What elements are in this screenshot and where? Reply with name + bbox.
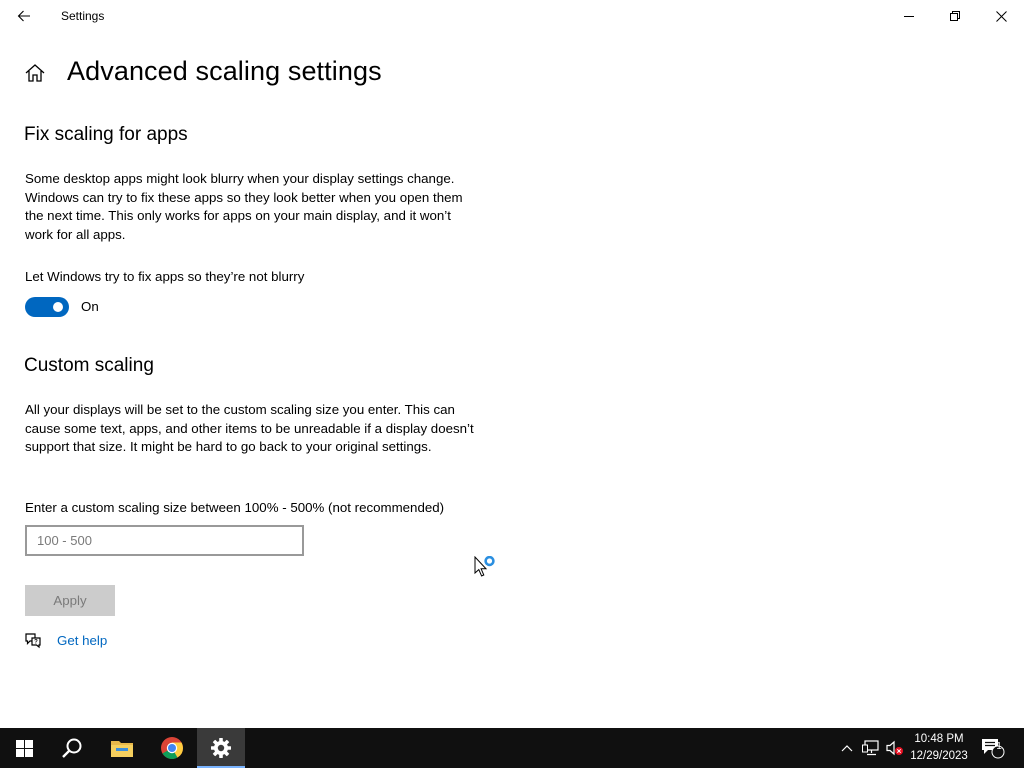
fix-apps-toggle[interactable] [25,297,69,317]
volume-muted-icon [886,740,903,756]
minimize-button[interactable] [886,0,932,32]
settings-window: Settings Advanced scaling settings Fix s… [0,0,1024,728]
chrome-button[interactable] [148,728,196,768]
back-arrow-icon [17,10,30,22]
get-help-link[interactable]: Get help [57,633,107,648]
custom-scaling-description: All your displays will be set to the cus… [25,402,474,455]
search-icon [62,738,82,758]
get-help-icon: ? [25,633,41,649]
file-explorer-button[interactable] [98,728,146,768]
start-icon [15,739,33,757]
volume-tray-button[interactable] [884,728,906,768]
show-hidden-icons-button[interactable] [836,728,858,768]
custom-scaling-heading: Custom scaling [24,355,154,376]
home-icon [25,64,45,82]
custom-scaling-input-label: Enter a custom scaling size between 100%… [25,500,445,515]
clock-time: 10:48 PM [914,733,964,745]
back-button[interactable] [8,0,40,32]
fix-scaling-description: Some desktop apps might look blurry when… [25,171,463,242]
close-icon [995,10,1007,22]
home-button[interactable] [22,60,48,86]
minimize-icon [904,16,914,17]
start-button[interactable] [0,728,48,768]
window-title: Settings [61,9,105,23]
svg-text:?: ? [34,640,38,646]
restore-icon [950,11,960,21]
title-bar: Settings [0,0,1024,32]
toggle-knob [53,302,63,312]
network-tray-button[interactable] [860,728,882,768]
toggle-state-text: On [81,299,99,314]
page-title: Advanced scaling settings [67,56,382,86]
restore-button[interactable] [932,0,978,32]
network-icon [862,740,879,756]
custom-scaling-input[interactable] [25,525,304,556]
fix-scaling-heading: Fix scaling for apps [24,124,188,145]
file-explorer-icon [111,741,133,757]
apply-button[interactable]: Apply [25,585,115,616]
close-button[interactable] [978,0,1024,32]
taskbar-clock[interactable]: 10:48 PM 12/29/2023 [904,731,974,765]
chevron-up-icon [841,745,853,752]
taskbar: 10:48 PM 12/29/2023 1 [0,728,1024,768]
fix-apps-toggle-label: Let Windows try to fix apps so they’re n… [25,269,305,284]
chrome-icon [161,737,183,759]
busy-cursor-icon [474,556,495,577]
action-center-button[interactable]: 1 [978,728,1008,768]
notification-count: 1 [996,741,1002,752]
clock-date: 12/29/2023 [910,750,968,762]
search-button[interactable] [48,728,96,768]
settings-taskbar-button[interactable] [197,728,245,768]
settings-icon [211,738,231,758]
